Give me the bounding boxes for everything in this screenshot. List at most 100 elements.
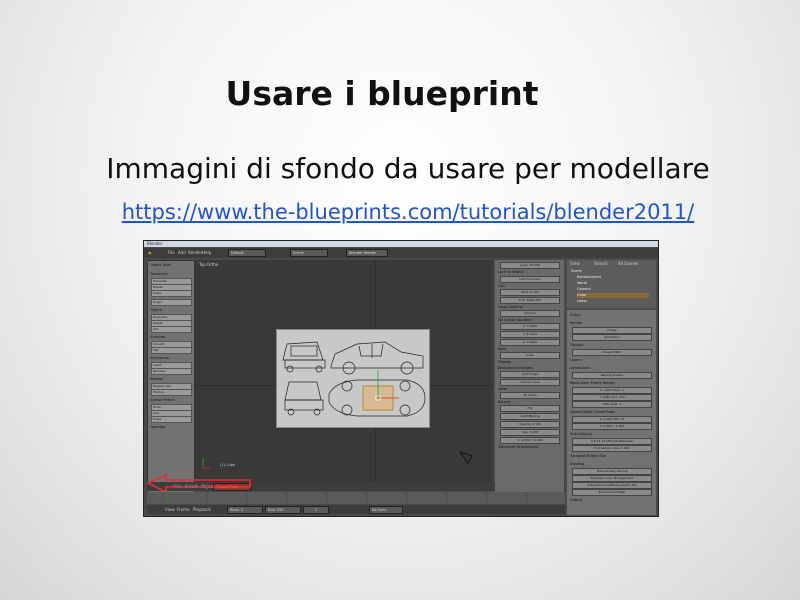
properties-field[interactable]: Y: 1.000 /: 1.000 [572, 423, 652, 430]
n-panel-field[interactable]: Size: 5.000 [500, 429, 560, 436]
n-panel-field[interactable]: Z: 0.0000 [500, 339, 560, 346]
properties-field[interactable]: Full Sample Size: 1.000 [572, 445, 652, 452]
tool-section-heading: Grease Pencil: [150, 398, 175, 402]
n-panel-field[interactable]: Lock to Cursor [500, 276, 560, 283]
n-panel-label: Background Images [498, 366, 533, 370]
properties-field[interactable]: Textures Ray Tracing [572, 468, 652, 475]
properties-section-heading[interactable]: Render [570, 321, 582, 325]
timeline-frame-menu[interactable]: Frame [177, 507, 189, 512]
scene-select[interactable]: Scene [290, 249, 328, 257]
outliner-header-item[interactable]: All Scenes [618, 261, 639, 266]
n-panel-field[interactable]: Y: 0.7404 [500, 331, 560, 338]
timeline-ruler [166, 492, 528, 504]
properties-field[interactable]: Render Presets [572, 372, 652, 379]
properties-field[interactable]: Animation [572, 334, 652, 341]
blender-screenshot: Blender ◉ File Add Render Help Default S… [143, 240, 659, 517]
tool-button[interactable]: Origin [151, 299, 192, 306]
n-panel-field[interactable]: X: 0.000 Y: 0.000 [500, 437, 560, 444]
tool-button[interactable]: Scale [151, 290, 192, 297]
outliner-item[interactable]: World [577, 281, 649, 286]
properties-section-heading[interactable]: Aspect Ratio: Frame Rate: [570, 410, 616, 414]
properties-section-heading[interactable]: Dimensions [570, 366, 590, 370]
properties-field[interactable]: Image Editor [572, 349, 652, 356]
properties-field[interactable]: Image [572, 327, 652, 334]
tool-section-heading: Shading: [150, 335, 166, 339]
n-panel-label: Local Camera: [498, 305, 524, 309]
timeline[interactable] [147, 492, 565, 504]
slide-title: Usare i blueprint [225, 74, 539, 113]
outliner-item[interactable]: Scene [571, 269, 643, 274]
properties-field[interactable]: Y: 1080 End: 250 [572, 394, 652, 401]
properties-field[interactable]: 50% Step: 1 [572, 401, 652, 408]
properties-section-heading[interactable]: Display: [570, 343, 584, 347]
properties-shelf: Lens: 35.000 Lock to Object: Lock to Curso… [495, 260, 564, 500]
n-panel-field[interactable]: Opacity: 0.500 [500, 421, 560, 428]
window-title: Blender [147, 241, 163, 246]
tool-button[interactable]: History... [151, 389, 192, 396]
tool-section-heading: Object Tools [150, 263, 172, 267]
properties-section-heading[interactable]: Sampled Motion Blur [570, 454, 606, 458]
outliner: View Search All Scenes Scene RenderLayers Wor… [567, 260, 656, 308]
timeline-header: View Frame Playback Start: 1 End: 250 1 … [147, 505, 565, 514]
outliner-item[interactable]: Camera [577, 287, 649, 292]
properties-field[interactable]: Subsurface Scattering Alpha: Sky [572, 482, 652, 489]
menu-file[interactable]: File [168, 250, 175, 255]
n-panel-field[interactable]: Start: 0.100 [500, 289, 560, 296]
outliner-header-item[interactable]: Search [594, 261, 608, 266]
3d-viewport[interactable]: Top Ortho (1) Cube [195, 260, 493, 482]
timeline-playback-menu[interactable]: Playback [193, 507, 211, 512]
timeline-view-menu[interactable]: View [165, 507, 175, 512]
tool-section-heading: Object: [150, 308, 163, 312]
properties-editor: Scene Render Image Animation Display: Image E… [567, 310, 656, 515]
properties-field[interactable]: X: 1.000 FPS: 24 [572, 416, 652, 423]
n-panel-field[interactable]: Lens: 35.000 [500, 262, 560, 269]
n-panel-label: View: [498, 387, 508, 391]
n-panel-label: Source: [498, 400, 512, 404]
n-panel-label: Display [498, 360, 511, 364]
viewport-label: Top Ortho [199, 262, 219, 267]
current-frame-field[interactable]: 1 [303, 506, 329, 514]
render-engine-select[interactable]: Blender Render [346, 249, 388, 257]
properties-field[interactable]: Environment Map [572, 489, 652, 496]
outliner-item[interactable]: RenderLayers [577, 275, 649, 280]
n-panel-field[interactable]: car01BW.png [500, 413, 560, 420]
properties-field[interactable]: 5 8 11 16 Mitchell-Netravali [572, 438, 652, 445]
properties-section-heading[interactable]: Output [570, 498, 582, 502]
n-panel-field[interactable]: Add Image [500, 371, 560, 378]
properties-section-heading[interactable]: Resolution: Frame Range: [570, 381, 615, 385]
end-frame-field[interactable]: End: 250 [265, 506, 301, 514]
tool-button[interactable]: Remove [151, 368, 192, 375]
properties-section-heading[interactable]: Scene [570, 313, 581, 317]
properties-section-heading[interactable]: Layers [570, 358, 582, 362]
n-panel-label: 3D Cursor Location: [498, 318, 533, 322]
tool-button[interactable]: Erase [151, 416, 192, 423]
n-panel-field[interactable]: All Views [500, 392, 560, 399]
n-panel-field[interactable]: Camera [500, 310, 560, 317]
outliner-item[interactable]: Cube [577, 293, 649, 298]
menu-add[interactable]: Add [178, 250, 186, 255]
outliner-item[interactable]: Lamp [577, 299, 649, 304]
properties-field[interactable]: X: 1920 Start: 1 [572, 387, 652, 394]
outliner-header-item[interactable]: View [570, 261, 580, 266]
tool-button[interactable]: Flat [151, 347, 192, 354]
n-panel-field[interactable]: Camera Axis [500, 379, 560, 386]
tutorial-link[interactable]: https://www.the-blueprints.com/tutorials… [0, 200, 800, 224]
properties-section-heading[interactable]: Shading [570, 462, 584, 466]
n-panel-field[interactable]: File [500, 405, 560, 412]
tool-section-heading: Operator [150, 425, 166, 429]
tool-button[interactable]: Join [151, 326, 192, 333]
layout-select[interactable]: Default [228, 249, 266, 257]
n-panel-field[interactable]: Cube [500, 352, 560, 359]
n-panel-field[interactable]: End: 5000.000 [500, 297, 560, 304]
tool-section-heading: Keyframes: [150, 356, 170, 360]
n-panel-label: Clip: [498, 284, 506, 288]
menu-render[interactable]: Render [188, 250, 202, 255]
properties-section-heading[interactable]: Anti-Aliasing [570, 432, 592, 436]
menu-help[interactable]: Help [202, 250, 211, 255]
n-panel-field[interactable]: X: 0.0000 [500, 323, 560, 330]
tool-section-heading: Repeat: [150, 377, 164, 381]
start-frame-field[interactable]: Start: 1 [227, 506, 263, 514]
sync-select[interactable]: No Sync [369, 506, 403, 514]
properties-field[interactable]: Shadows Color Management [572, 475, 652, 482]
n-panel-label: Transform Orientations [498, 445, 539, 449]
